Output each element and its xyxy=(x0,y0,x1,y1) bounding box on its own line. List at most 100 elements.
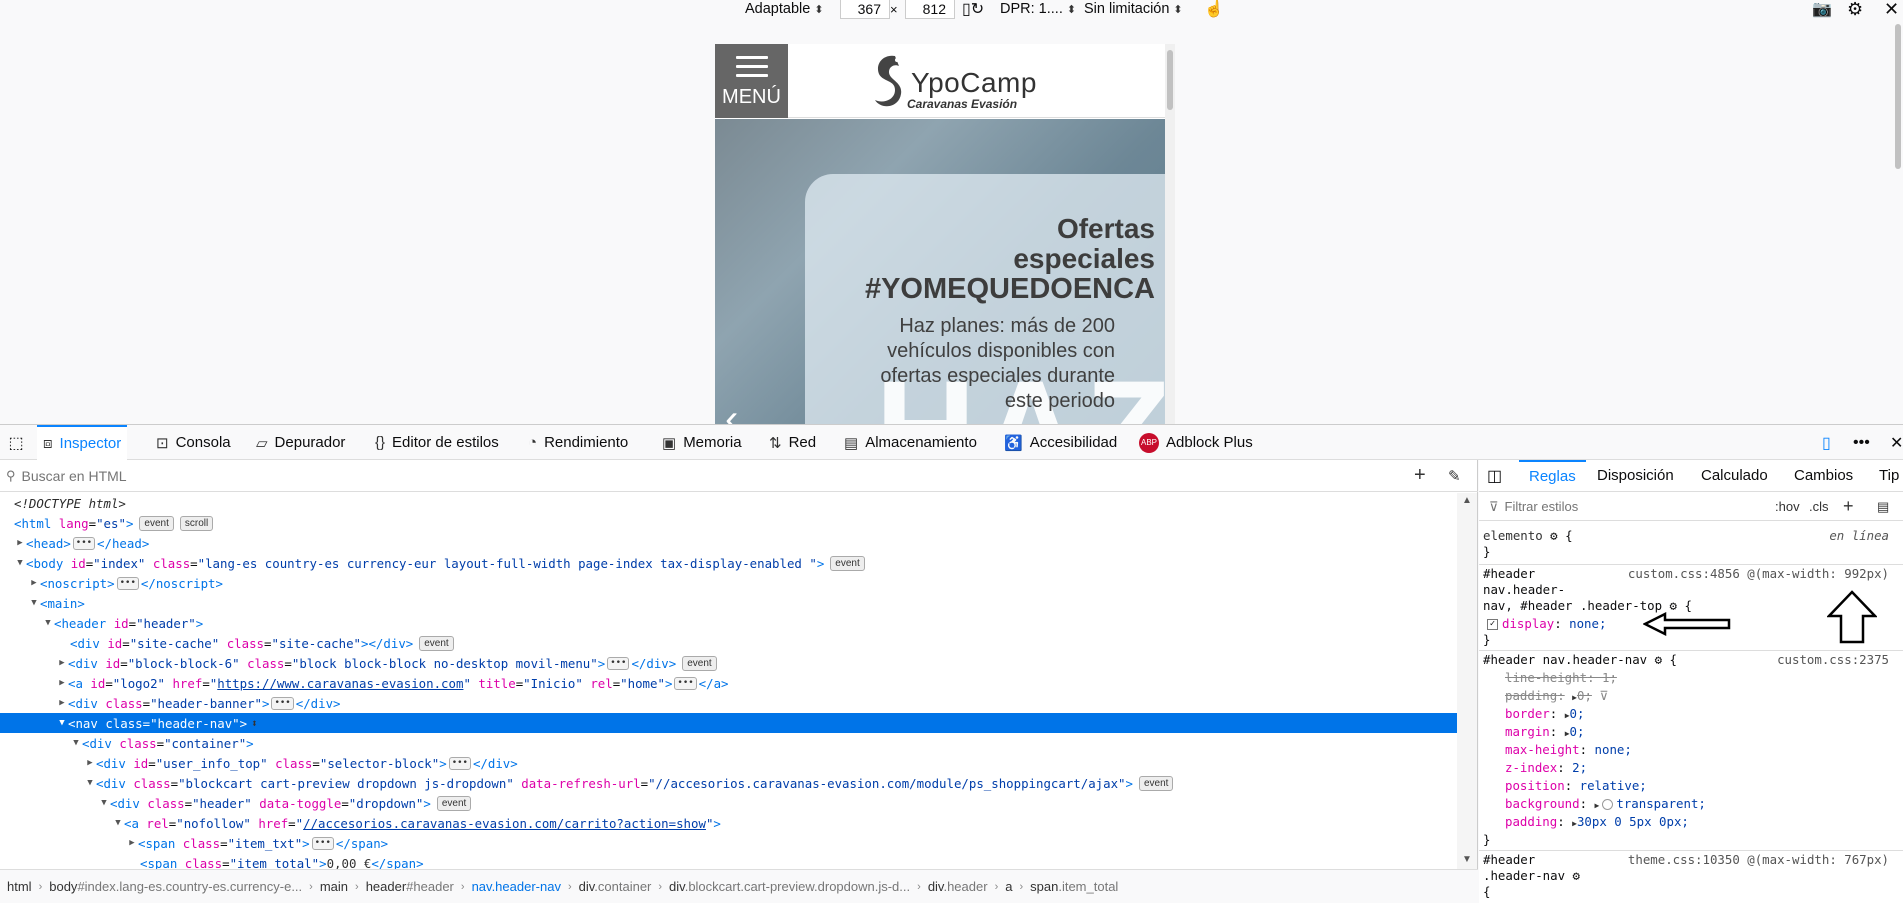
expand-icon[interactable]: ▶ xyxy=(28,578,40,588)
gear-icon[interactable]: ⚙ xyxy=(1670,598,1677,613)
mobile-viewport[interactable]: MENÚ YpoCamp Caravanas Evasión HAZ Ofert… xyxy=(715,44,1175,424)
toggle-sidebar-icon[interactable]: ◫ xyxy=(1487,460,1502,491)
tree-row[interactable]: <span class = "item_total" >0,00 € </span> xyxy=(0,853,1458,870)
tab-rules[interactable]: Reglas xyxy=(1519,460,1586,491)
tree-row[interactable]: ▶ <a id = "logo2" href = " https://www.caravan… xyxy=(0,673,1458,693)
color-swatch[interactable] xyxy=(1602,799,1614,810)
tab-inspector[interactable]: ⧈ Inspector xyxy=(37,425,128,460)
tab-tips[interactable]: Tip xyxy=(1879,460,1899,491)
breadcrumb-item[interactable]: span.item_total xyxy=(1023,879,1125,894)
declaration-overridden[interactable]: padding: ▶0; ⊽ xyxy=(1505,688,1608,706)
prop-name[interactable]: border xyxy=(1505,706,1550,721)
event-badge[interactable]: event xyxy=(419,635,454,651)
tree-row[interactable]: ▼ <div class = "container" > xyxy=(0,733,1458,753)
prop-value[interactable]: 30px 0 5px 0px; xyxy=(1577,814,1689,829)
tree-row[interactable]: ▶ < noscript > ••• </noscript > xyxy=(0,573,1458,593)
event-badge[interactable]: event xyxy=(830,555,865,571)
device-selector[interactable]: Adaptable xyxy=(745,0,824,18)
prop-value[interactable]: 2; xyxy=(1572,760,1587,775)
tab-computed[interactable]: Calculado xyxy=(1701,460,1768,491)
tab-storage[interactable]: ▤ Almacenamiento xyxy=(844,425,977,460)
prop-name[interactable]: padding xyxy=(1505,688,1557,703)
height-input[interactable]: 812 xyxy=(905,0,955,19)
dpr-selector[interactable]: DPR: 1.... xyxy=(1000,0,1076,18)
collapsed-dots[interactable]: ••• xyxy=(72,536,96,550)
declaration[interactable]: max-height: none; xyxy=(1505,742,1632,758)
collapse-icon[interactable]: ▼ xyxy=(84,778,96,788)
prop-name[interactable]: position xyxy=(1505,778,1565,793)
page-scrollbar[interactable] xyxy=(1894,24,1903,424)
rotate-icon[interactable]: ▯↻ xyxy=(962,0,984,18)
breadcrumb-item[interactable]: div.container xyxy=(572,879,659,894)
filter-icon[interactable]: ⊽ xyxy=(1599,688,1608,703)
more-options-icon[interactable]: ••• xyxy=(1853,425,1870,460)
collapse-icon[interactable]: ▼ xyxy=(56,718,68,728)
hov-toggle[interactable]: :hov xyxy=(1775,499,1800,514)
expand-icon[interactable]: ▶ xyxy=(56,698,68,708)
scroll-down-icon[interactable]: ▼ xyxy=(1462,854,1472,865)
expand-icon[interactable]: ▶ xyxy=(56,678,68,688)
collapse-icon[interactable]: ▼ xyxy=(14,558,26,568)
prop-value[interactable]: none; xyxy=(1569,616,1606,631)
close-devtools-icon[interactable]: ✕ xyxy=(1890,425,1903,460)
slider-prev-icon[interactable]: ‹ xyxy=(725,397,738,424)
breadcrumb-item[interactable]: html xyxy=(0,879,39,894)
tab-style-editor[interactable]: {} Editor de estilos xyxy=(375,425,499,460)
eyedropper-icon[interactable]: ✎ xyxy=(1448,467,1461,485)
declaration[interactable]: margin: ▶0; xyxy=(1505,724,1584,742)
breadcrumb-item[interactable]: body#index.lang-es.country-es.currency-e… xyxy=(42,879,309,894)
hero-banner[interactable]: HAZ Ofertas especiales #YOMEQUEDOENCA Ha… xyxy=(715,119,1165,424)
tree-row[interactable]: ▶ <div id = "user_info_top" class = "selector… xyxy=(0,753,1458,773)
prop-value[interactable]: relative; xyxy=(1580,778,1647,793)
tab-changes[interactable]: Cambios xyxy=(1794,460,1853,491)
page-scroll-thumb[interactable] xyxy=(1895,24,1901,169)
tree-row[interactable]: ▶ <span class = "item_txt" > ••• </span> xyxy=(0,833,1458,853)
prop-value[interactable]: none; xyxy=(1595,742,1632,757)
collapse-icon[interactable]: ▼ xyxy=(28,598,40,608)
gear-icon[interactable]: ⚙ xyxy=(1550,528,1557,543)
add-node-icon[interactable]: + xyxy=(1414,464,1426,487)
tree-row[interactable]: ▼ <a rel = "nofollow" href = "//accesorios.ca… xyxy=(0,813,1458,833)
declaration[interactable]: ✓ display: none; xyxy=(1487,616,1606,632)
viewport-scrollbar[interactable] xyxy=(1165,44,1175,424)
rule-source-link[interactable]: custom.css:2375 xyxy=(1777,652,1889,667)
tree-row[interactable]: ▼ <header id = "header" > xyxy=(0,613,1458,633)
event-badge[interactable]: event xyxy=(139,515,174,531)
dock-icon[interactable]: ▯ xyxy=(1822,425,1831,460)
event-badge[interactable]: event xyxy=(1139,775,1174,791)
tree-row-selected[interactable]: ▼ <nav class = "header-nav" > xyxy=(0,713,1458,733)
viewport-scroll-thumb[interactable] xyxy=(1167,50,1173,110)
expand-icon[interactable]: ▶ xyxy=(56,658,68,668)
gear-icon[interactable]: ⚙ xyxy=(1655,652,1662,667)
rule-element[interactable]: elemento ⚙ { xyxy=(1483,528,1573,544)
tab-adblock[interactable]: ABP Adblock Plus xyxy=(1139,425,1253,460)
attr-link[interactable]: //accesorios.caravanas-evasion.com/carri… xyxy=(303,816,706,831)
collapsed-dots[interactable]: ••• xyxy=(674,676,697,690)
declaration[interactable]: background: ▶ transparent; xyxy=(1505,796,1706,814)
breadcrumb-item-current[interactable]: nav.header-nav xyxy=(465,879,568,894)
close-icon[interactable]: ✕ xyxy=(1884,0,1899,19)
checkbox-checked-icon[interactable]: ✓ xyxy=(1487,619,1498,630)
collapse-icon[interactable]: ▼ xyxy=(70,738,82,748)
tree-row[interactable]: <!DOCTYPE html> xyxy=(0,493,1458,513)
print-media-icon[interactable]: ▤ xyxy=(1877,499,1889,515)
tab-performance[interactable]: ◔ Rendimiento xyxy=(528,425,628,460)
expand-icon[interactable]: ▶ xyxy=(84,758,96,768)
prop-name[interactable]: margin xyxy=(1505,724,1550,739)
prop-value[interactable]: 0; xyxy=(1577,688,1592,703)
element-picker-icon[interactable]: ⬚ xyxy=(0,425,32,460)
prop-name[interactable]: display xyxy=(1502,616,1554,631)
tree-row[interactable]: ▼ <div class = "header" data-toggle = "dropdo… xyxy=(0,793,1458,813)
collapsed-dots[interactable]: ••• xyxy=(271,696,294,710)
tab-accessibility[interactable]: ♿ Accesibilidad xyxy=(1004,425,1117,460)
collapse-icon[interactable]: ▼ xyxy=(112,818,124,828)
breadcrumb-item[interactable]: header#header xyxy=(359,879,461,894)
tree-row[interactable]: <div id = "site-cache" class = "site-cache" >… xyxy=(0,633,1458,653)
prop-value[interactable]: 1; xyxy=(1602,670,1617,685)
declaration-overridden[interactable]: line-height: 1; xyxy=(1505,670,1617,686)
declaration[interactable]: z-index: 2; xyxy=(1505,760,1587,776)
filter-input[interactable] xyxy=(1504,499,1775,514)
rule-source-link[interactable]: custom.css:4856 @(max-width: 992px) xyxy=(1628,566,1889,581)
attr-link[interactable]: https://www.caravanas-evasion.com xyxy=(217,676,463,691)
tab-console[interactable]: ⊡ Consola xyxy=(156,425,231,460)
